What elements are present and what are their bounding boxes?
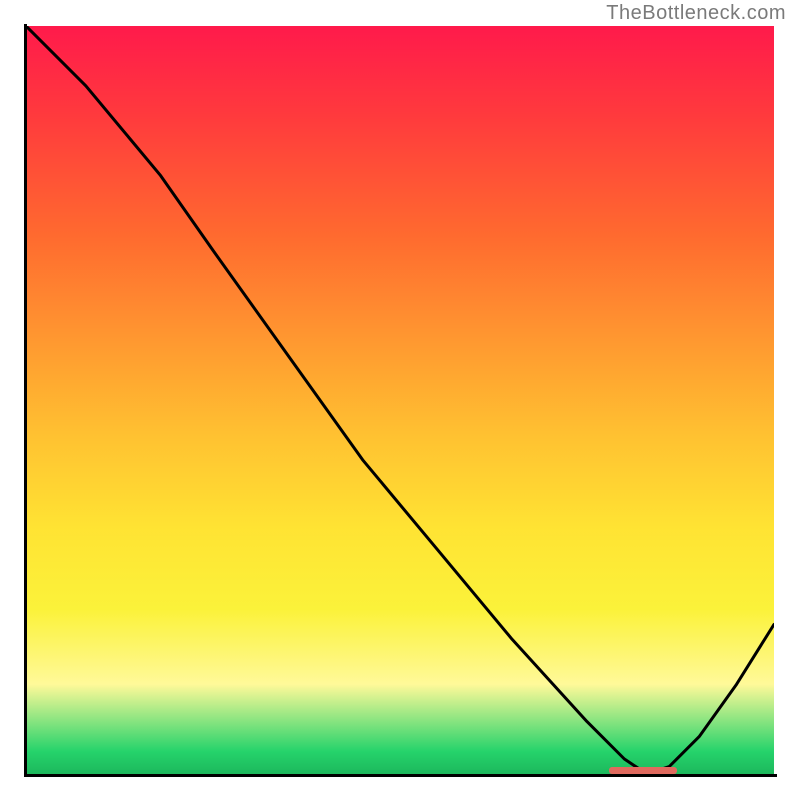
chart-container: TheBottleneck.com — [0, 0, 800, 800]
attribution-text: TheBottleneck.com — [606, 2, 786, 25]
y-axis — [24, 24, 27, 777]
x-axis — [24, 774, 777, 777]
optimal-range-marker — [609, 767, 676, 774]
plot-gradient-background — [26, 26, 774, 774]
